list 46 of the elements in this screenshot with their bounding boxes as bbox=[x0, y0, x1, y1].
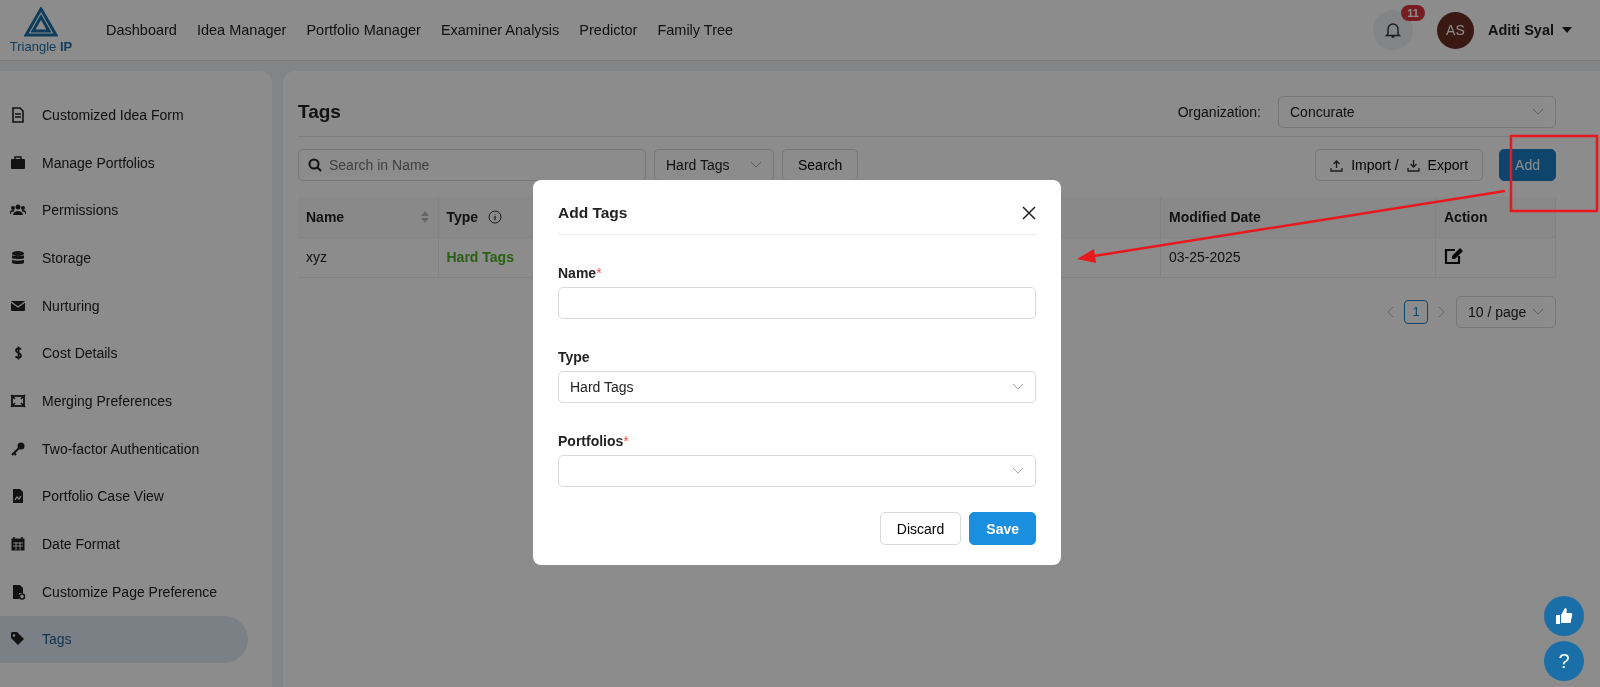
sidebar-item[interactable]: Tags bbox=[0, 615, 248, 664]
sidebar-item[interactable]: Cost Details bbox=[0, 329, 248, 378]
nav-link[interactable]: Examiner Analysis bbox=[440, 22, 560, 38]
field-label: Portfolios* bbox=[558, 433, 630, 449]
type-filter-select[interactable]: Hard Tags bbox=[654, 149, 774, 181]
page-size-select[interactable]: 10 / page bbox=[1456, 295, 1556, 328]
discard-button[interactable]: Discard bbox=[879, 512, 962, 545]
sidebar-item[interactable]: Customize Page Preference bbox=[0, 567, 248, 616]
sidebar-item[interactable]: Two-factor Authentication bbox=[0, 424, 248, 473]
search-field[interactable]: Search in Name bbox=[298, 149, 646, 181]
table-cell: xyz bbox=[298, 237, 438, 277]
column-header: Action bbox=[1444, 208, 1488, 225]
organization-label: Organization: bbox=[1177, 103, 1261, 120]
field-label: Type bbox=[558, 349, 591, 365]
sidebar-item[interactable]: Date Format bbox=[0, 520, 248, 568]
column-header: Name bbox=[306, 208, 345, 225]
user-avatar[interactable]: AS bbox=[1436, 11, 1474, 49]
nav-link[interactable]: Family Tree bbox=[657, 22, 734, 38]
add-button[interactable]: Add bbox=[1499, 149, 1556, 181]
page-button[interactable]: 1 bbox=[1404, 299, 1428, 324]
column-header: Type bbox=[446, 208, 479, 225]
select-field[interactable]: Hard Tags bbox=[558, 371, 1036, 403]
dialog-title: Add Tags bbox=[558, 204, 628, 222]
sidebar-item[interactable]: Storage bbox=[0, 234, 248, 282]
user-name[interactable]: Aditi Syal bbox=[1487, 22, 1554, 38]
sidebar-item[interactable]: Merging Preferences bbox=[0, 377, 248, 425]
sidebar-item[interactable]: Portfolio Case View bbox=[0, 472, 248, 521]
import-button[interactable]: Import / bbox=[1330, 157, 1399, 173]
sidebar-item[interactable]: Permissions bbox=[0, 186, 248, 235]
sidebar-item[interactable]: Customized Idea Form bbox=[0, 91, 248, 139]
import-export-button[interactable]: Import / Export bbox=[1315, 149, 1484, 181]
notification-badge: 11 bbox=[1401, 5, 1425, 21]
search-button[interactable]: Search bbox=[782, 149, 859, 181]
nav-link[interactable]: Idea Manager bbox=[196, 22, 287, 38]
logo-text: Triangle IP bbox=[9, 38, 73, 54]
page-title: Tags bbox=[298, 100, 341, 123]
organization-select[interactable]: Concurate bbox=[1278, 95, 1556, 128]
export-button[interactable]: Export bbox=[1406, 157, 1469, 173]
table-cell: 03-25-2025 bbox=[1160, 237, 1436, 277]
column-header: Modified Date bbox=[1169, 208, 1261, 225]
sidebar-item[interactable]: Manage Portfolios bbox=[0, 138, 248, 187]
nav-link[interactable]: Portfolio Manager bbox=[306, 22, 421, 38]
nav-link[interactable]: Predictor bbox=[579, 22, 638, 38]
nav-link[interactable]: Dashboard bbox=[106, 22, 177, 38]
save-button[interactable]: Save bbox=[969, 512, 1036, 545]
sidebar-item[interactable]: Nurturing bbox=[0, 281, 248, 330]
